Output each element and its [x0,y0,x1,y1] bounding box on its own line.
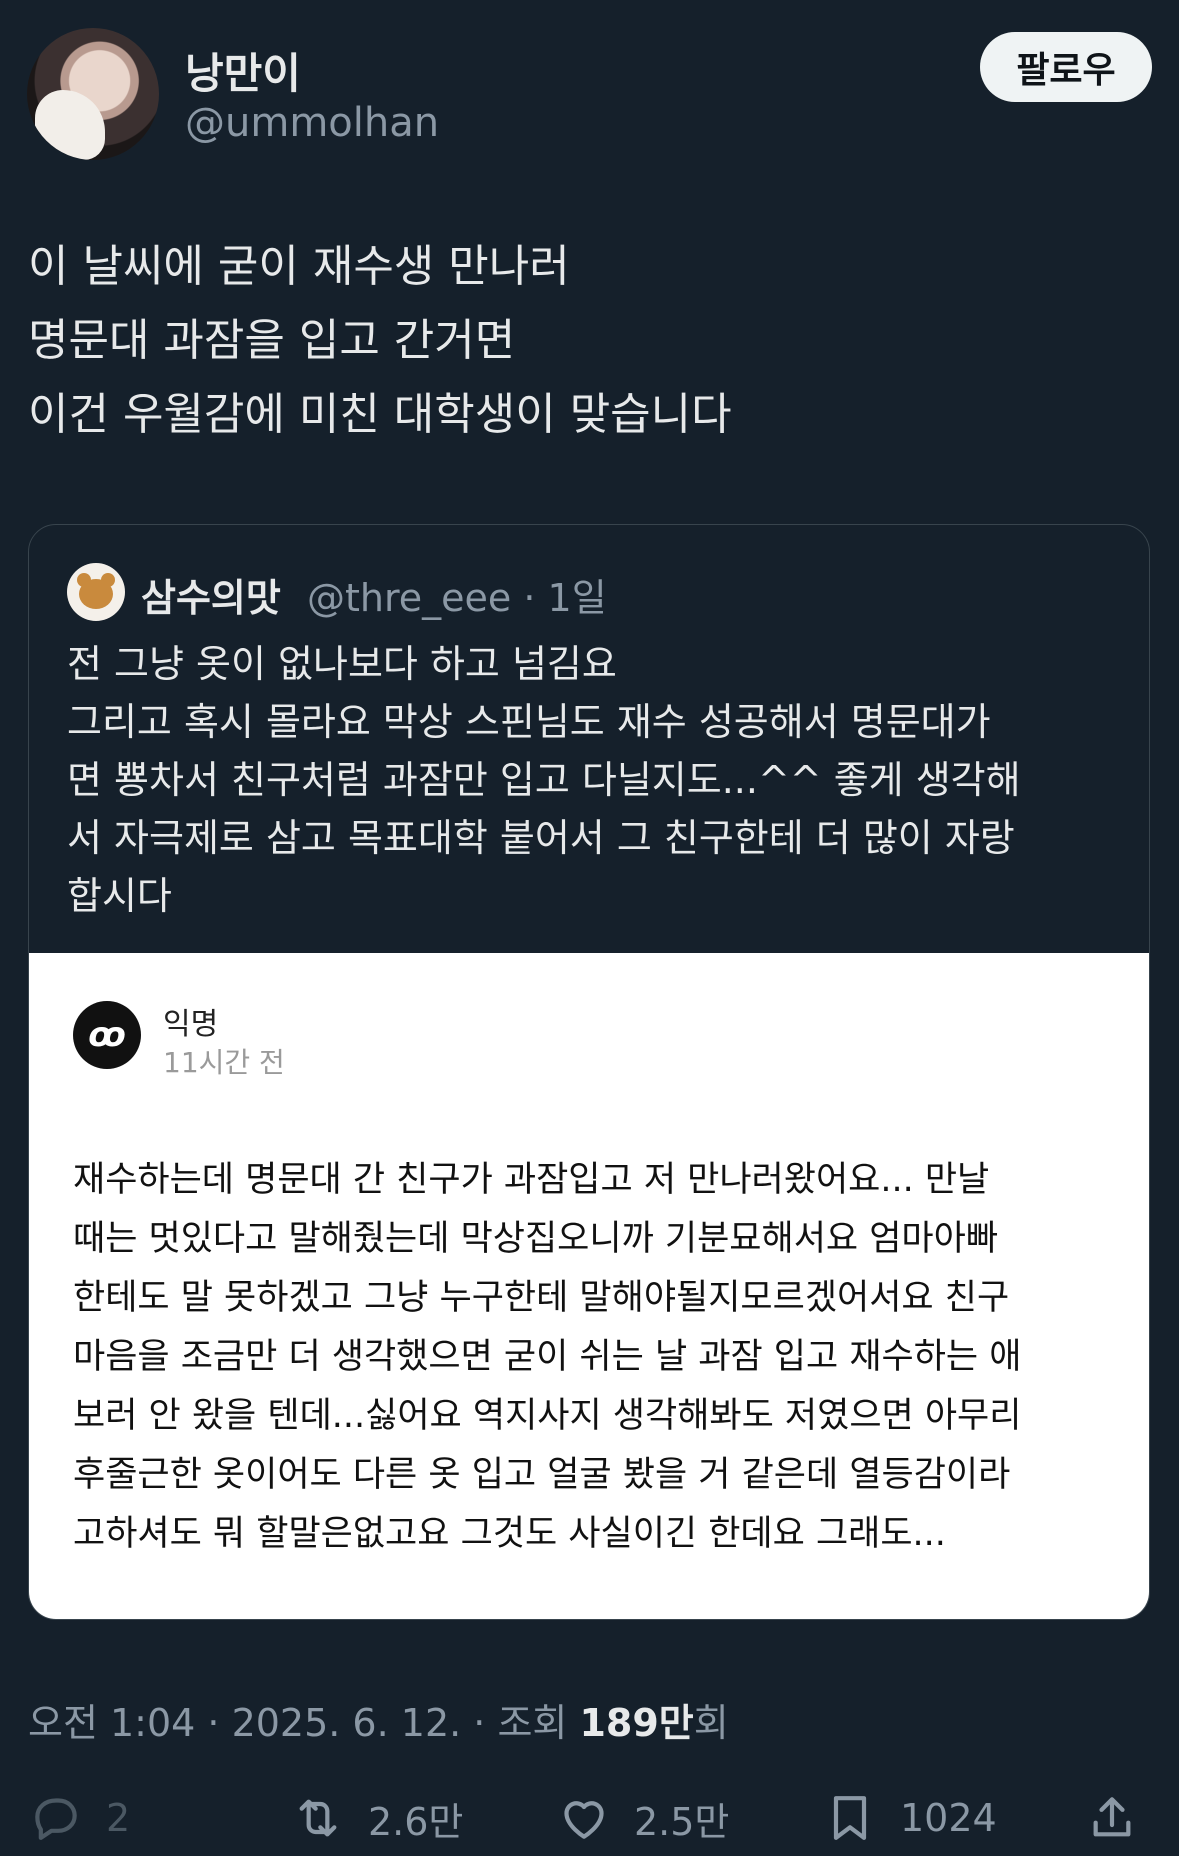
author-handle[interactable]: @ummolhan [185,100,439,146]
quoted-text: 전 그냥 옷이 없나보다 하고 넘김요 그리고 혹시 몰라요 막상 스핀님도 재… [67,635,1127,925]
quoted-author-meta: @thre_eee · 1일 [307,576,607,620]
bookmark-count: 1024 [900,1796,997,1840]
tweet-line: 이 날씨에 굳이 재수생 만나러 [28,241,570,292]
quoted-line: 전 그냥 옷이 없나보다 하고 넘김요 [67,642,617,686]
tweet-text: 이 날씨에 굳이 재수생 만나러 명문대 과잠을 입고 간거면 이건 우월감에 … [28,230,1148,452]
like-button[interactable]: 2.5만 [556,1788,729,1848]
quoted-author-avatar [67,563,125,621]
like-count: 2.5만 [634,1799,730,1844]
author-name[interactable]: 낭만이 [185,40,301,101]
retweet-count: 2.6만 [368,1799,464,1844]
post-line: 마음을 조금만 더 생각했으면 굳이 쉬는 날 과잠 입고 재수하는 애 [73,1337,1022,1377]
quoted-author-name: 삼수의맛 [141,576,281,620]
follow-button[interactable]: 팔로우 [980,32,1152,102]
quoted-line: 면 뿅차서 친구처럼 과잠만 입고 다닐지도...^^ 좋게 생각해 [67,758,1021,802]
action-bar: 2 2.6만 2.5만 1024 [0,1780,1179,1856]
post-line: 한테도 말 못하겠고 그냥 누구한테 말해야될지모르겠어서요 친구 [73,1278,1010,1318]
tweet-line: 이건 우월감에 미친 대학생이 맞습니다 [28,389,732,440]
view-count: 189만 [579,1701,694,1745]
bookmark-icon [833,1796,867,1840]
tweet-header: 낭만이 @ummolhan 팔로우 [27,28,1152,163]
quoted-line: 합시다 [67,874,172,918]
tweet-line: 명문대 과잠을 입고 간거면 [28,315,516,366]
post-line: 재수하는데 명문대 간 친구가 과잠입고 저 만나러왔어요... 만날 [73,1160,990,1200]
tweet-timestamp: 오전 1:04 · 2025. 6. 12. · 조회 189만회 [28,1692,729,1747]
post-line: 후줄근한 옷이어도 다른 옷 입고 얼굴 봤을 거 같은데 열등감이라 [73,1455,1011,1495]
retweet-icon [299,1799,337,1837]
reply-icon [35,1798,77,1840]
share-button[interactable] [1084,1788,1140,1848]
bookmark-button[interactable]: 1024 [822,1788,997,1848]
heart-icon [564,1801,604,1839]
anonymous-avatar-icon: ꝏ [73,1001,141,1069]
anonymous-time: 11시간 전 [163,1046,285,1079]
quoted-tweet[interactable]: 삼수의맛 @thre_eee · 1일 전 그냥 옷이 없나보다 하고 넘김요 … [28,524,1150,1620]
reply-button[interactable]: 2 [28,1788,130,1848]
timestamp-text[interactable]: 오전 1:04 · 2025. 6. 12. · 조회 [28,1701,579,1745]
post-line: 때는 멋있다고 말해줬는데 막상집오니까 기분묘해서요 엄마아빠 [73,1219,999,1259]
anonymous-post-body: 재수하는데 명문대 간 친구가 과잠입고 저 만나러왔어요... 만날 때는 멋… [73,1151,1113,1564]
reply-count: 2 [106,1796,131,1840]
anonymous-author: 익명 [163,1007,219,1042]
view-suffix: 회 [693,1701,729,1745]
retweet-button[interactable]: 2.6만 [290,1788,463,1848]
quoted-line: 서 자극제로 삼고 목표대학 붙어서 그 친구한테 더 많이 자랑 [67,816,1015,860]
quoted-image[interactable]: ꝏ 익명 11시간 전 재수하는데 명문대 간 친구가 과잠입고 저 만나러왔어… [29,953,1149,1619]
author-avatar[interactable] [27,28,159,160]
post-line: 보러 안 왔을 텐데...싫어요 역지사지 생각해봐도 저였으면 아무리 [73,1396,1022,1436]
share-icon [1093,1797,1131,1837]
post-line: 고하셔도 뭐 할말은없고요 그것도 사실이긴 한데요 그래도... [73,1514,946,1554]
quoted-line: 그리고 혹시 몰라요 막상 스핀님도 재수 성공해서 명문대가 [67,700,991,744]
